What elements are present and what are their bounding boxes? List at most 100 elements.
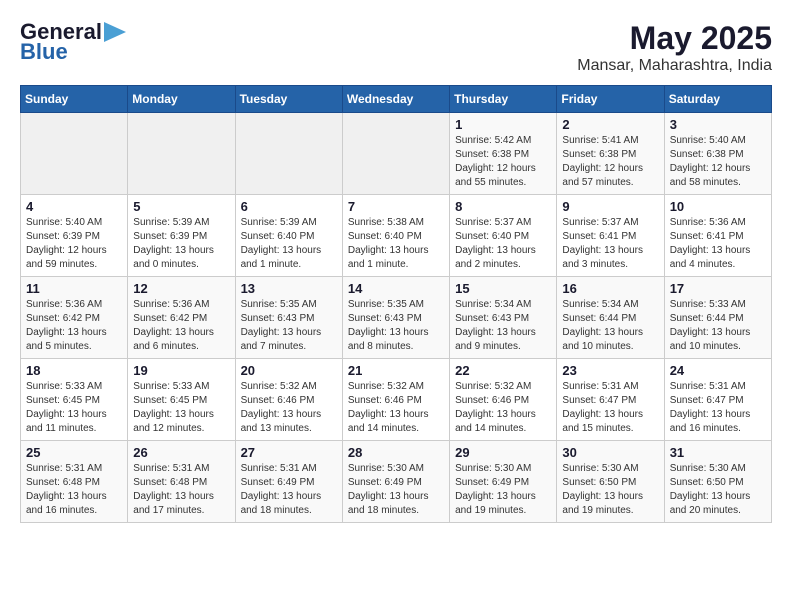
day-info: Sunrise: 5:31 AMSunset: 6:48 PMDaylight:…	[133, 462, 229, 518]
table-row: 28 Sunrise: 5:30 AMSunset: 6:49 PMDayligh…	[342, 441, 449, 523]
day-info: Sunrise: 5:41 AMSunset: 6:38 PMDaylight:…	[562, 134, 658, 190]
table-row: 9Sunrise: 5:37 AMSunset: 6:41 PMDaylight…	[557, 195, 664, 277]
day-number: 26	[133, 445, 229, 460]
table-row: 31 Sunrise: 5:30 AMSunset: 6:50 PMDayligh…	[664, 441, 771, 523]
logo: General Blue	[20, 20, 126, 64]
table-row: 18 Sunrise: 5:33 AMSunset: 6:45 PMDayligh…	[21, 359, 128, 441]
col-tuesday: Tuesday	[235, 86, 342, 113]
day-info: Sunrise: 5:30 AMSunset: 6:50 PMDaylight:…	[562, 462, 658, 518]
day-number: 28	[348, 445, 444, 460]
day-number: 8	[455, 199, 551, 214]
day-info: Sunrise: 5:31 AMSunset: 6:48 PMDaylight:…	[26, 462, 122, 518]
day-number: 24	[670, 363, 766, 378]
table-row: 22 Sunrise: 5:32 AMSunset: 6:46 PMDayligh…	[450, 359, 557, 441]
table-row: 20 Sunrise: 5:32 AMSunset: 6:46 PMDayligh…	[235, 359, 342, 441]
table-row: 6 Sunrise: 5:39 AMSunset: 6:40 PMDaylight…	[235, 195, 342, 277]
day-number: 6	[241, 199, 337, 214]
table-row: 29 Sunrise: 5:30 AMSunset: 6:49 PMDayligh…	[450, 441, 557, 523]
col-wednesday: Wednesday	[342, 86, 449, 113]
day-number: 17	[670, 281, 766, 296]
day-number: 4	[26, 199, 122, 214]
day-info: Sunrise: 5:32 AMSunset: 6:46 PMDaylight:…	[455, 380, 551, 436]
day-number: 30	[562, 445, 658, 460]
day-info: Sunrise: 5:40 AMSunset: 6:38 PMDaylight:…	[670, 134, 766, 190]
day-info: Sunrise: 5:30 AMSunset: 6:49 PMDaylight:…	[348, 462, 444, 518]
day-info: Sunrise: 5:40 AMSunset: 6:39 PMDaylight:…	[26, 216, 122, 272]
day-info: Sunrise: 5:33 AMSunset: 6:45 PMDaylight:…	[26, 380, 122, 436]
table-row: 25 Sunrise: 5:31 AMSunset: 6:48 PMDayligh…	[21, 441, 128, 523]
page-header: General Blue May 2025 Mansar, Maharashtr…	[20, 20, 772, 75]
table-row: 15 Sunrise: 5:34 AMSunset: 6:43 PMDayligh…	[450, 277, 557, 359]
calendar-week-row: 11 Sunrise: 5:36 AMSunset: 6:42 PMDayligh…	[21, 277, 772, 359]
table-row: 30 Sunrise: 5:30 AMSunset: 6:50 PMDayligh…	[557, 441, 664, 523]
table-row	[235, 113, 342, 195]
calendar-table: Sunday Monday Tuesday Wednesday Thursday…	[20, 85, 772, 523]
calendar-week-row: 25 Sunrise: 5:31 AMSunset: 6:48 PMDayligh…	[21, 441, 772, 523]
day-info: Sunrise: 5:30 AMSunset: 6:49 PMDaylight:…	[455, 462, 551, 518]
day-number: 20	[241, 363, 337, 378]
table-row	[342, 113, 449, 195]
day-info: Sunrise: 5:35 AMSunset: 6:43 PMDaylight:…	[241, 298, 337, 354]
day-number: 18	[26, 363, 122, 378]
calendar-week-row: 18 Sunrise: 5:33 AMSunset: 6:45 PMDayligh…	[21, 359, 772, 441]
calendar-header-row: Sunday Monday Tuesday Wednesday Thursday…	[21, 86, 772, 113]
day-info: Sunrise: 5:31 AMSunset: 6:49 PMDaylight:…	[241, 462, 337, 518]
day-number: 7	[348, 199, 444, 214]
day-info: Sunrise: 5:31 AMSunset: 6:47 PMDaylight:…	[562, 380, 658, 436]
day-info: Sunrise: 5:35 AMSunset: 6:43 PMDaylight:…	[348, 298, 444, 354]
day-info: Sunrise: 5:34 AMSunset: 6:43 PMDaylight:…	[455, 298, 551, 354]
day-info: Sunrise: 5:39 AMSunset: 6:40 PMDaylight:…	[241, 216, 337, 272]
table-row: 8 Sunrise: 5:37 AMSunset: 6:40 PMDaylight…	[450, 195, 557, 277]
table-row	[128, 113, 235, 195]
col-friday: Friday	[557, 86, 664, 113]
day-info: Sunrise: 5:39 AMSunset: 6:39 PMDaylight:…	[133, 216, 229, 272]
table-row: 21 Sunrise: 5:32 AMSunset: 6:46 PMDayligh…	[342, 359, 449, 441]
day-number: 22	[455, 363, 551, 378]
day-number: 13	[241, 281, 337, 296]
day-info: Sunrise: 5:31 AMSunset: 6:47 PMDaylight:…	[670, 380, 766, 436]
col-sunday: Sunday	[21, 86, 128, 113]
day-info: Sunrise: 5:32 AMSunset: 6:46 PMDaylight:…	[241, 380, 337, 436]
table-row	[21, 113, 128, 195]
table-row: 11 Sunrise: 5:36 AMSunset: 6:42 PMDayligh…	[21, 277, 128, 359]
table-row: 23 Sunrise: 5:31 AMSunset: 6:47 PMDayligh…	[557, 359, 664, 441]
table-row: 26 Sunrise: 5:31 AMSunset: 6:48 PMDayligh…	[128, 441, 235, 523]
day-number: 3	[670, 117, 766, 132]
day-number: 15	[455, 281, 551, 296]
table-row: 24 Sunrise: 5:31 AMSunset: 6:47 PMDayligh…	[664, 359, 771, 441]
calendar-title: May 2025	[577, 20, 772, 57]
col-monday: Monday	[128, 86, 235, 113]
day-info: Sunrise: 5:36 AMSunset: 6:41 PMDaylight:…	[670, 216, 766, 272]
table-row: 7Sunrise: 5:38 AMSunset: 6:40 PMDaylight…	[342, 195, 449, 277]
table-row: 27 Sunrise: 5:31 AMSunset: 6:49 PMDayligh…	[235, 441, 342, 523]
day-info: Sunrise: 5:36 AMSunset: 6:42 PMDaylight:…	[133, 298, 229, 354]
calendar-subtitle: Mansar, Maharashtra, India	[577, 57, 772, 75]
day-info: Sunrise: 5:37 AMSunset: 6:40 PMDaylight:…	[455, 216, 551, 272]
day-number: 27	[241, 445, 337, 460]
day-info: Sunrise: 5:33 AMSunset: 6:44 PMDaylight:…	[670, 298, 766, 354]
day-info: Sunrise: 5:34 AMSunset: 6:44 PMDaylight:…	[562, 298, 658, 354]
col-thursday: Thursday	[450, 86, 557, 113]
day-info: Sunrise: 5:30 AMSunset: 6:50 PMDaylight:…	[670, 462, 766, 518]
table-row: 10Sunrise: 5:36 AMSunset: 6:41 PMDayligh…	[664, 195, 771, 277]
day-number: 21	[348, 363, 444, 378]
day-number: 25	[26, 445, 122, 460]
title-block: May 2025 Mansar, Maharashtra, India	[577, 20, 772, 75]
day-number: 23	[562, 363, 658, 378]
calendar-week-row: 4 Sunrise: 5:40 AMSunset: 6:39 PMDaylight…	[21, 195, 772, 277]
calendar-week-row: 1Sunrise: 5:42 AMSunset: 6:38 PMDaylight…	[21, 113, 772, 195]
table-row: 4 Sunrise: 5:40 AMSunset: 6:39 PMDaylight…	[21, 195, 128, 277]
day-number: 5	[133, 199, 229, 214]
day-info: Sunrise: 5:36 AMSunset: 6:42 PMDaylight:…	[26, 298, 122, 354]
day-info: Sunrise: 5:37 AMSunset: 6:41 PMDaylight:…	[562, 216, 658, 272]
day-number: 11	[26, 281, 122, 296]
table-row: 12Sunrise: 5:36 AMSunset: 6:42 PMDayligh…	[128, 277, 235, 359]
table-row: 13 Sunrise: 5:35 AMSunset: 6:43 PMDayligh…	[235, 277, 342, 359]
table-row: 2 Sunrise: 5:41 AMSunset: 6:38 PMDaylight…	[557, 113, 664, 195]
day-number: 2	[562, 117, 658, 132]
table-row: 3 Sunrise: 5:40 AMSunset: 6:38 PMDaylight…	[664, 113, 771, 195]
day-number: 31	[670, 445, 766, 460]
day-number: 29	[455, 445, 551, 460]
day-info: Sunrise: 5:32 AMSunset: 6:46 PMDaylight:…	[348, 380, 444, 436]
col-saturday: Saturday	[664, 86, 771, 113]
